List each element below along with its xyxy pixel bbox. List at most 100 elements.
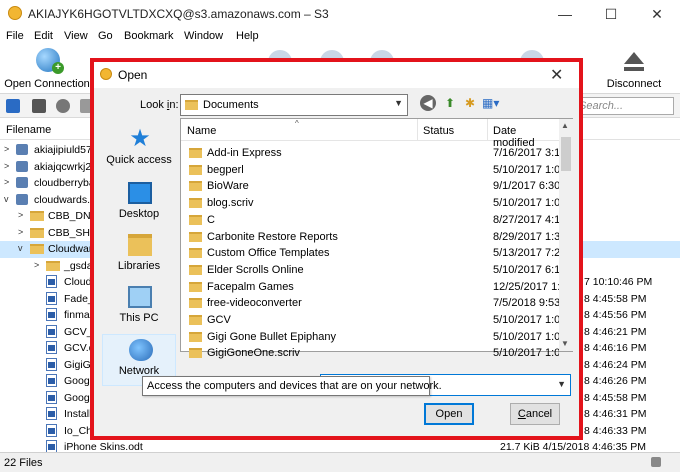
maximize-button[interactable]: ☐ — [588, 0, 634, 28]
file-row[interactable]: begperl 5/10/2017 1:08 — [181, 162, 559, 179]
title-bar: AKIAJYK6HGOTVLTDXCXQ@s3.amazonaws.com – … — [0, 0, 680, 28]
bonjour-icon[interactable] — [80, 99, 94, 113]
document-icon — [46, 407, 57, 420]
scroll-thumb[interactable] — [561, 137, 571, 171]
folder-icon — [189, 331, 202, 342]
status-column-header[interactable]: Status — [423, 125, 454, 137]
chevron-right-icon[interactable]: > — [18, 227, 23, 237]
eject-icon — [624, 52, 644, 64]
name-column-header[interactable]: Name — [187, 125, 216, 137]
menu-help[interactable]: Help — [236, 30, 259, 42]
file-name: free-videoconverter — [207, 297, 302, 310]
chevron-right-icon[interactable]: > — [34, 260, 39, 270]
file-row[interactable]: GigiGoneOne.scriv 5/10/2017 1:09 — [181, 345, 559, 362]
browser-row-info: 8 4:46:16 PM — [584, 342, 647, 354]
file-row[interactable]: Elder Scrolls Online 5/10/2017 6:12 — [181, 262, 559, 279]
eject-bar-icon — [624, 67, 644, 71]
file-row[interactable]: free-videoconverter 7/5/2018 9:53 / — [181, 295, 559, 312]
look-in-label-suffix: n: — [169, 99, 179, 111]
browser-row-name: cloudwards.t — [34, 193, 93, 206]
file-name: C — [207, 213, 215, 226]
file-row[interactable]: C 8/27/2017 4:11 — [181, 212, 559, 229]
place-desktop[interactable]: Desktop — [102, 178, 176, 230]
chevron-right-icon[interactable]: > — [4, 144, 9, 154]
file-list: ^ Name Status Date modified Add-in Expre… — [180, 118, 573, 359]
dialog-title: Open — [118, 68, 148, 82]
vertical-scrollbar[interactable]: ▲ ▼ — [559, 119, 573, 351]
folder-icon — [189, 298, 202, 309]
menu-go[interactable]: Go — [98, 30, 113, 42]
place-label: Quick access — [106, 154, 172, 166]
look-in-dropdown[interactable]: Documents ▼ — [180, 94, 408, 116]
up-folder-icon[interactable]: ⬆ — [442, 95, 458, 111]
document-icon — [46, 324, 57, 338]
folder-icon — [189, 214, 202, 225]
disconnect-label: Disconnect — [606, 78, 662, 90]
file-row[interactable]: blog.scriv 5/10/2017 1:09 — [181, 195, 559, 212]
browser-row-name: akiajipiuld57 — [34, 144, 92, 156]
browser-row-name: Cloudwar — [48, 243, 93, 255]
open-connection-button[interactable]: + Open Connection — [4, 46, 90, 94]
chevron-down-icon: ▼ — [394, 98, 403, 108]
file-row[interactable]: Carbonite Restore Reports 8/29/2017 1:30 — [181, 229, 559, 246]
desktop-icon — [128, 182, 152, 204]
chevron-right-icon[interactable]: > — [4, 161, 9, 171]
document-icon — [46, 341, 57, 354]
chevron-down-icon[interactable]: v — [18, 243, 23, 253]
sort-up-icon: ^ — [295, 119, 299, 128]
file-row[interactable]: GCV 5/10/2017 1:09 — [181, 312, 559, 329]
file-row[interactable]: BioWare 9/1/2017 6:30 / — [181, 178, 559, 195]
bookmarks-icon[interactable] — [32, 99, 46, 113]
column-separator[interactable] — [417, 119, 418, 141]
new-folder-icon[interactable]: ✱ — [462, 95, 478, 111]
browser-row-name: finma — [64, 309, 90, 321]
place-label: Libraries — [117, 260, 161, 272]
browser-row-name: akiajqcwrkj2 — [34, 160, 92, 173]
menu-file[interactable]: File — [6, 30, 24, 42]
menu-edit[interactable]: Edit — [34, 30, 53, 42]
file-date: 5/13/2017 7:25 — [493, 247, 559, 260]
filename-column[interactable]: Filename — [6, 124, 51, 136]
file-date: 9/1/2017 6:30 / — [493, 180, 559, 193]
file-name: BioWare — [207, 180, 249, 193]
browser-view-icon[interactable] — [6, 99, 20, 113]
back-icon[interactable]: ◀ — [420, 95, 436, 111]
column-separator[interactable] — [487, 119, 488, 141]
disconnect-button[interactable]: Disconnect — [596, 46, 672, 94]
place-libraries[interactable]: Libraries — [102, 230, 176, 282]
browser-row-info: 8 4:45:58 PM — [584, 391, 647, 404]
place-pc[interactable]: This PC — [102, 282, 176, 334]
chevron-down-icon: ▼ — [557, 379, 566, 389]
place-label: Desktop — [118, 208, 160, 220]
file-name: begperl — [207, 163, 244, 176]
menu-window[interactable]: Window — [184, 30, 223, 42]
menu-bookmark[interactable]: Bookmark — [124, 30, 174, 42]
search-input[interactable]: Search... — [574, 97, 674, 115]
file-row[interactable]: Add-in Express 7/16/2017 3:16 — [181, 145, 559, 162]
document-icon — [46, 308, 57, 321]
browser-row-info: 8 4:46:26 PM — [584, 375, 647, 387]
dialog-close-button[interactable]: ✕ — [550, 65, 563, 85]
scroll-down-icon[interactable]: ▼ — [561, 339, 569, 348]
lock-icon — [651, 457, 661, 467]
chevron-right-icon[interactable]: > — [18, 210, 23, 220]
menu-view[interactable]: View — [64, 30, 88, 42]
scroll-up-icon[interactable]: ▲ — [561, 121, 569, 130]
folder-icon — [189, 248, 202, 259]
view-menu-icon[interactable]: ▦▾ — [482, 95, 499, 111]
open-button[interactable]: Open — [424, 403, 474, 425]
chevron-down-icon[interactable]: v — [4, 194, 9, 204]
file-row[interactable]: Gigi Gone Bullet Epiphany 5/10/2017 1:09 — [181, 329, 559, 346]
cancel-button[interactable]: Cancel — [510, 403, 560, 425]
history-icon[interactable] — [56, 99, 70, 113]
chevron-right-icon[interactable]: > — [4, 177, 9, 187]
file-name: Carbonite Restore Reports — [207, 230, 338, 243]
file-date: 8/29/2017 1:30 — [493, 230, 559, 243]
file-row[interactable]: Custom Office Templates 5/13/2017 7:25 — [181, 245, 559, 262]
file-row[interactable]: Facepalm Games 12/25/2017 1:5 — [181, 279, 559, 296]
file-name: blog.scriv — [207, 197, 254, 210]
close-button[interactable]: ✕ — [634, 0, 680, 28]
file-date: 5/10/2017 6:12 — [493, 263, 559, 276]
place-star[interactable]: ★ Quick access — [102, 124, 176, 176]
minimize-button[interactable]: — — [542, 0, 588, 28]
